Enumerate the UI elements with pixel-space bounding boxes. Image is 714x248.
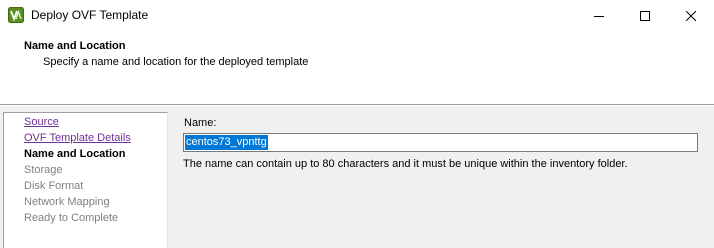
step-disk-format: Disk Format xyxy=(24,180,84,192)
maximize-button[interactable] xyxy=(622,0,668,31)
minimize-button[interactable] xyxy=(576,0,622,31)
name-input-value: centos73_vpnttg xyxy=(185,135,268,150)
wizard-steps-panel: Source OVF Template Details Name and Loc… xyxy=(3,112,168,248)
step-storage: Storage xyxy=(24,164,63,176)
close-button[interactable] xyxy=(668,0,714,31)
page-subtitle: Specify a name and location for the depl… xyxy=(43,56,309,68)
vsphere-app-icon xyxy=(8,7,24,23)
window-title: Deploy OVF Template xyxy=(31,8,149,22)
name-input[interactable]: centos73_vpnttg xyxy=(183,133,698,152)
step-source[interactable]: Source xyxy=(24,116,59,129)
step-name-and-location: Name and Location xyxy=(24,148,126,160)
name-hint-text: The name can contain up to 80 characters… xyxy=(183,158,628,170)
deploy-ovf-window: Deploy OVF Template Name and Location Sp… xyxy=(0,0,714,248)
minimize-icon xyxy=(594,11,604,21)
step-ready-to-complete: Ready to Complete xyxy=(24,212,119,224)
title-bar[interactable]: Deploy OVF Template xyxy=(0,0,714,31)
close-icon xyxy=(686,10,696,21)
maximize-icon xyxy=(640,10,650,21)
name-field-label: Name: xyxy=(184,117,217,129)
step-network-mapping: Network Mapping xyxy=(24,196,110,208)
step-ovf-template-details[interactable]: OVF Template Details xyxy=(24,132,131,145)
content-panel: Name: centos73_vpnttg The name can conta… xyxy=(175,106,714,248)
wizard-header: Name and Location Specify a name and loc… xyxy=(0,31,714,105)
page-title: Name and Location xyxy=(24,40,126,52)
